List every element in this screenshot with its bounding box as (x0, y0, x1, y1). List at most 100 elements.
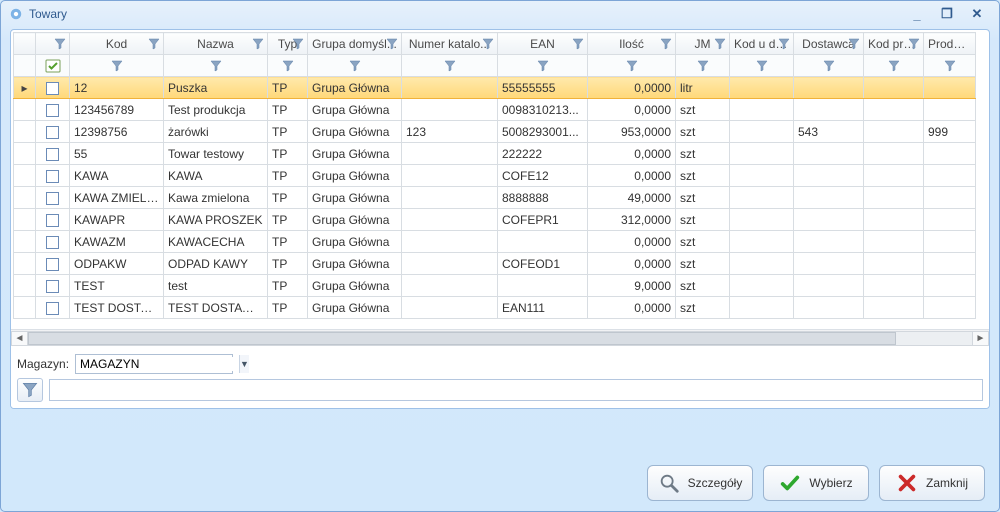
filter-icon[interactable] (778, 38, 790, 50)
scroll-right-button[interactable]: ► (972, 331, 989, 346)
cell-typ: TP (268, 231, 308, 253)
col-ean[interactable]: EAN (498, 33, 588, 55)
filter-icon[interactable] (680, 55, 725, 76)
table-row[interactable]: TEST DOSTAWCYTEST DOSTAWC...TPGrupa Głów… (14, 297, 976, 319)
row-checkbox[interactable] (36, 253, 70, 275)
magazyn-combo[interactable]: ▼ (75, 354, 233, 374)
col-ilosc[interactable]: Ilość (588, 33, 676, 55)
table-row[interactable]: 55Towar testowyTPGrupa Główna2222220,000… (14, 143, 976, 165)
row-checkbox[interactable] (36, 297, 70, 319)
table-row[interactable]: KAWA ZMIELO...Kawa zmielonaTPGrupa Główn… (14, 187, 976, 209)
col-numer[interactable]: Numer katalo... (402, 33, 498, 55)
cell-koddost (730, 253, 794, 275)
col-nazwa[interactable]: Nazwa (164, 33, 268, 55)
cell-typ: TP (268, 77, 308, 99)
cell-typ: TP (268, 165, 308, 187)
filter-icon[interactable] (714, 38, 726, 50)
filter-icon[interactable] (502, 55, 583, 76)
row-checkbox[interactable] (36, 209, 70, 231)
filter-icon[interactable] (272, 55, 303, 76)
filter-icon[interactable] (168, 55, 263, 76)
col-kodprod[interactable]: Kod pro... (864, 33, 924, 55)
filter-icon[interactable] (312, 55, 397, 76)
chevron-down-icon[interactable]: ▼ (239, 355, 249, 373)
col-pointer[interactable] (14, 33, 36, 55)
filter-icon[interactable] (908, 38, 920, 50)
table-row[interactable]: KAWAZMKAWACECHATPGrupa Główna0,0000szt (14, 231, 976, 253)
cell-ilosc: 9,0000 (588, 275, 676, 297)
filter-icon[interactable] (660, 38, 672, 50)
row-checkbox[interactable] (36, 231, 70, 253)
filter-icon[interactable] (252, 38, 264, 50)
magazyn-input[interactable] (76, 357, 239, 371)
row-checkbox[interactable] (36, 275, 70, 297)
filter-icon[interactable] (572, 38, 584, 50)
filter-icon[interactable] (482, 38, 494, 50)
row-checkbox[interactable] (36, 121, 70, 143)
cell-dostawca (794, 231, 864, 253)
cell-numer (402, 187, 498, 209)
filter-icon[interactable] (148, 38, 160, 50)
table-row[interactable]: ODPAKWODPAD KAWYTPGrupa GłównaCOFEOD10,0… (14, 253, 976, 275)
col-producent[interactable]: Produce... (924, 33, 976, 55)
maximize-button[interactable]: ❐ (933, 5, 961, 23)
scroll-thumb[interactable] (28, 332, 896, 345)
scroll-track[interactable] (28, 331, 972, 346)
close-button[interactable]: Zamknij (879, 465, 985, 501)
select-all-icon[interactable] (45, 59, 61, 73)
cell-ilosc: 0,0000 (588, 99, 676, 121)
filter-icon[interactable] (868, 55, 919, 76)
filter-icon[interactable] (848, 38, 860, 50)
table-row[interactable]: 12398756żarówkiTPGrupa Główna12350082930… (14, 121, 976, 143)
col-typ[interactable]: Typ (268, 33, 308, 55)
select-button[interactable]: Wybierz (763, 465, 869, 501)
table-row[interactable]: KAWAKAWATPGrupa GłównaCOFE120,0000szt (14, 165, 976, 187)
cell-dostawca (794, 77, 864, 99)
row-checkbox[interactable] (36, 187, 70, 209)
scroll-left-button[interactable]: ◄ (11, 331, 28, 346)
horizontal-scrollbar[interactable]: ◄ ► (11, 329, 989, 346)
filter-icon[interactable] (54, 38, 66, 50)
cell-grupa: Grupa Główna (308, 77, 402, 99)
col-checkbox[interactable] (36, 33, 70, 55)
filter-icon[interactable] (592, 55, 671, 76)
col-kod[interactable]: Kod (70, 33, 164, 55)
cell-grupa: Grupa Główna (308, 99, 402, 121)
cell-kod: TEST DOSTAWCY (70, 297, 164, 319)
filter-icon[interactable] (406, 55, 493, 76)
filter-icon[interactable] (734, 55, 789, 76)
filter-row (14, 55, 976, 77)
row-checkbox[interactable] (36, 77, 70, 99)
cell-kodprod (864, 121, 924, 143)
col-grupa[interactable]: Grupa domyśl... (308, 33, 402, 55)
cell-ean: 5008293001... (498, 121, 588, 143)
filter-button[interactable] (17, 378, 43, 402)
row-checkbox[interactable] (36, 143, 70, 165)
filter-checkbox[interactable] (36, 55, 70, 77)
close-window-button[interactable]: ✕ (963, 5, 991, 23)
filter-icon[interactable] (74, 55, 159, 76)
cell-grupa: Grupa Główna (308, 275, 402, 297)
col-jm[interactable]: JM (676, 33, 730, 55)
minimize-button[interactable]: _ (903, 5, 931, 23)
table-row[interactable]: TESTtestTPGrupa Główna9,0000szt (14, 275, 976, 297)
filter-icon[interactable] (798, 55, 859, 76)
table-row[interactable]: KAWAPRKAWA PROSZEKTPGrupa GłównaCOFEPR13… (14, 209, 976, 231)
row-checkbox[interactable] (36, 165, 70, 187)
table-row[interactable]: ▸12PuszkaTPGrupa Główna555555550,0000lit… (14, 77, 976, 99)
row-pointer (14, 297, 36, 319)
filter-icon[interactable] (292, 38, 304, 50)
row-pointer (14, 209, 36, 231)
filter-icon[interactable] (386, 38, 398, 50)
magnifier-icon (658, 472, 680, 494)
details-button[interactable]: Szczegóły (647, 465, 753, 501)
search-input[interactable] (49, 379, 983, 401)
table-row[interactable]: 123456789Test produkcjaTPGrupa Główna009… (14, 99, 976, 121)
cell-numer (402, 297, 498, 319)
col-dostawca[interactable]: Dostawca (794, 33, 864, 55)
cell-typ: TP (268, 121, 308, 143)
cell-producent: 999 (924, 121, 976, 143)
row-checkbox[interactable] (36, 99, 70, 121)
filter-icon[interactable] (928, 55, 971, 76)
col-koddost[interactable]: Kod u do... (730, 33, 794, 55)
